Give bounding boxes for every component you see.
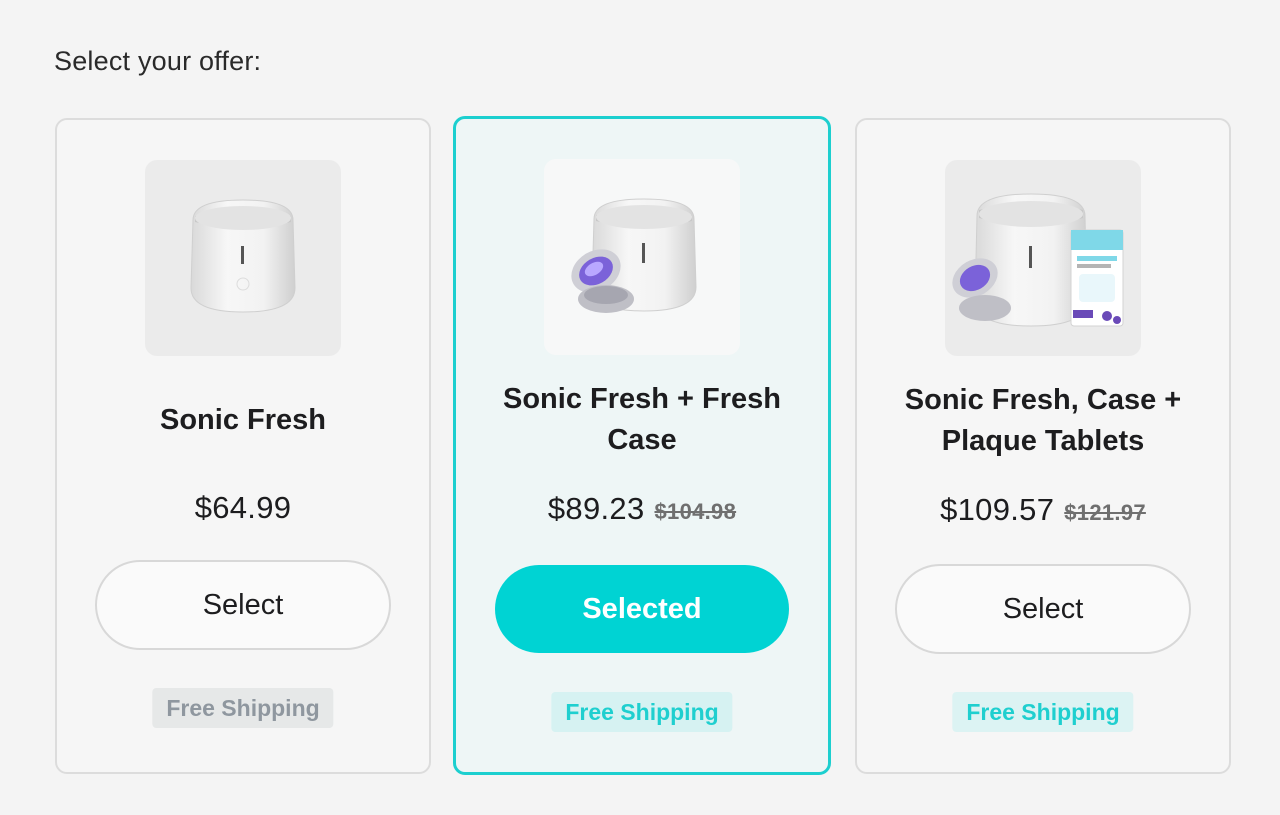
sonic-fresh-bundle-icon [945, 160, 1141, 356]
offer-card-sonic-fresh-bundle[interactable]: Sonic Fresh, Case + Plaque Tablets $109.… [855, 118, 1231, 774]
offer-price: $89.23 [547, 491, 645, 526]
price-row: $64.99 [57, 490, 429, 526]
select-button[interactable]: Select [895, 564, 1191, 654]
original-price: $104.98 [654, 499, 737, 524]
free-shipping-badge: Free Shipping [952, 692, 1134, 732]
free-shipping-badge: Free Shipping [152, 688, 334, 728]
select-button[interactable]: Select [95, 560, 391, 650]
original-price: $121.97 [1064, 500, 1146, 525]
offer-card-sonic-fresh[interactable]: Sonic Fresh $64.99 Select Free Shipping [55, 118, 431, 774]
offer-title: Sonic Fresh [160, 404, 326, 436]
offer-heading: Select your offer: [54, 46, 262, 76]
offer-price: $64.99 [194, 490, 292, 525]
offer-title: Sonic Fresh, Case + Plaque Tablets [904, 384, 1182, 457]
offer-card-sonic-fresh-case[interactable]: Sonic Fresh + Fresh Case $89.23 $104.98 S… [453, 116, 831, 775]
offer-title: Sonic Fresh + Fresh Case [502, 383, 781, 456]
free-shipping-badge: Free Shipping [551, 692, 733, 732]
offer-price: $109.57 [940, 492, 1055, 527]
sonic-fresh-with-case-icon [544, 159, 740, 355]
price-row: $89.23 $104.98 [456, 491, 828, 527]
sonic-fresh-device-icon [145, 160, 341, 356]
price-row: $109.57 $121.97 [857, 492, 1229, 528]
selected-button[interactable]: Selected [495, 565, 789, 653]
